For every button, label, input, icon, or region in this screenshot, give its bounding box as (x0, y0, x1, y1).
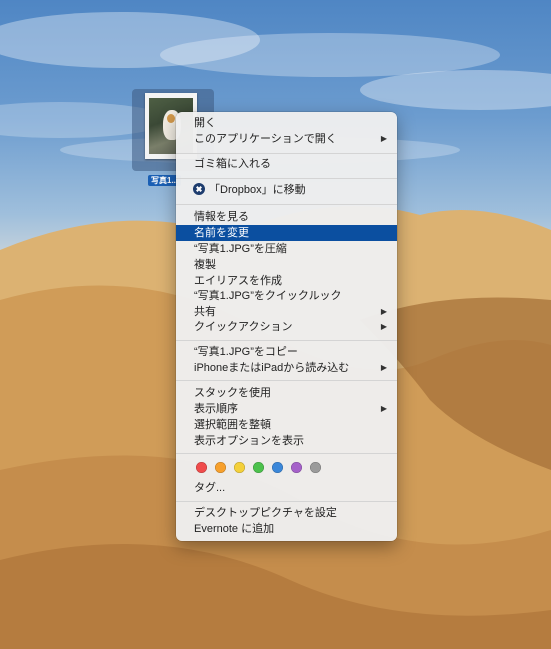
separator (176, 153, 397, 154)
menu-item-label: スタックを使用 (194, 387, 271, 399)
menu-item-label: 名前を変更 (194, 227, 249, 239)
submenu-arrow-icon: ▶ (380, 134, 387, 143)
menu-item-label: 選択範囲を整頓 (194, 419, 271, 431)
menu-item-quick-actions[interactable]: クイックアクション ▶ (176, 319, 397, 335)
menu-item-label: 複製 (194, 259, 216, 271)
menu-item-label: ゴミ箱に入れる (194, 158, 271, 170)
tag-green-dot[interactable] (253, 462, 264, 473)
menu-item-show-view-options[interactable]: 表示オプションを表示 (176, 433, 397, 449)
menu-item-label: タグ... (194, 482, 226, 494)
tag-red-dot[interactable] (196, 462, 207, 473)
menu-item-rename[interactable]: 名前を変更 (176, 225, 397, 241)
menu-item-label: エイリアスを作成 (194, 275, 282, 287)
menu-item-label: “写真1.JPG”を圧縮 (194, 243, 287, 255)
menu-item-label: デスクトップピクチャを設定 (194, 507, 337, 519)
tag-orange-dot[interactable] (215, 462, 226, 473)
separator (176, 178, 397, 179)
menu-item-get-info[interactable]: 情報を見る (176, 209, 397, 225)
tag-blue-dot[interactable] (272, 462, 283, 473)
menu-item-move-to-trash[interactable]: ゴミ箱に入れる (176, 156, 397, 172)
separator (176, 453, 397, 454)
menu-item-share[interactable]: 共有 ▶ (176, 304, 397, 320)
menu-item-use-stacks[interactable]: スタックを使用 (176, 385, 397, 401)
menu-item-duplicate[interactable]: 複製 (176, 257, 397, 273)
tag-gray-dot[interactable] (310, 462, 321, 473)
menu-item-move-to-dropbox[interactable]: 「Dropbox」に移動 (176, 182, 397, 198)
separator (176, 501, 397, 502)
tag-purple-dot[interactable] (291, 462, 302, 473)
menu-item-label: 「Dropbox」に移動 (209, 184, 306, 196)
menu-item-label: iPhoneまたはiPadから読み込む (194, 362, 350, 374)
menu-item-label: クイックアクション (194, 321, 293, 333)
menu-item-label: “写真1.JPG”をコピー (194, 346, 298, 358)
menu-item-compress[interactable]: “写真1.JPG”を圧縮 (176, 241, 397, 257)
menu-item-add-to-evernote[interactable]: Evernote に追加 (176, 521, 397, 537)
menu-item-label: “写真1.JPG”をクイックルック (194, 290, 342, 302)
tag-color-row (196, 462, 321, 474)
menu-item-open[interactable]: 開く (176, 115, 397, 131)
submenu-arrow-icon: ▶ (380, 322, 387, 331)
menu-item-label: Evernote に追加 (194, 523, 275, 535)
menu-item-clean-up-selection[interactable]: 選択範囲を整頓 (176, 417, 397, 433)
submenu-arrow-icon: ▶ (380, 363, 387, 372)
menu-item-open-with[interactable]: このアプリケーションで開く ▶ (176, 131, 397, 147)
menu-item-label: このアプリケーションで開く (194, 133, 337, 145)
menu-item-label: 開く (194, 117, 216, 129)
submenu-arrow-icon: ▶ (380, 404, 387, 413)
separator (176, 340, 397, 341)
menu-item-make-alias[interactable]: エイリアスを作成 (176, 273, 397, 289)
tag-yellow-dot[interactable] (234, 462, 245, 473)
menu-item-sort-by[interactable]: 表示順序 ▶ (176, 401, 397, 417)
separator (176, 380, 397, 381)
context-menu: 開く このアプリケーションで開く ▶ ゴミ箱に入れる 「Dropbox」に移動 情… (176, 112, 397, 541)
menu-item-quick-look[interactable]: “写真1.JPG”をクイックルック (176, 288, 397, 304)
menu-item-label: 表示順序 (194, 403, 238, 415)
submenu-arrow-icon: ▶ (380, 307, 387, 316)
separator (176, 204, 397, 205)
menu-item-label: 情報を見る (194, 211, 249, 223)
menu-item-set-desktop-picture[interactable]: デスクトップピクチャを設定 (176, 505, 397, 521)
dropbox-icon (193, 183, 205, 195)
menu-item-copy[interactable]: “写真1.JPG”をコピー (176, 344, 397, 360)
menu-item-tags[interactable]: タグ... (176, 480, 397, 496)
menu-item-label: 共有 (194, 306, 216, 318)
menu-item-import-from-iphone[interactable]: iPhoneまたはiPadから読み込む ▶ (176, 360, 397, 376)
menu-item-label: 表示オプションを表示 (194, 435, 304, 447)
